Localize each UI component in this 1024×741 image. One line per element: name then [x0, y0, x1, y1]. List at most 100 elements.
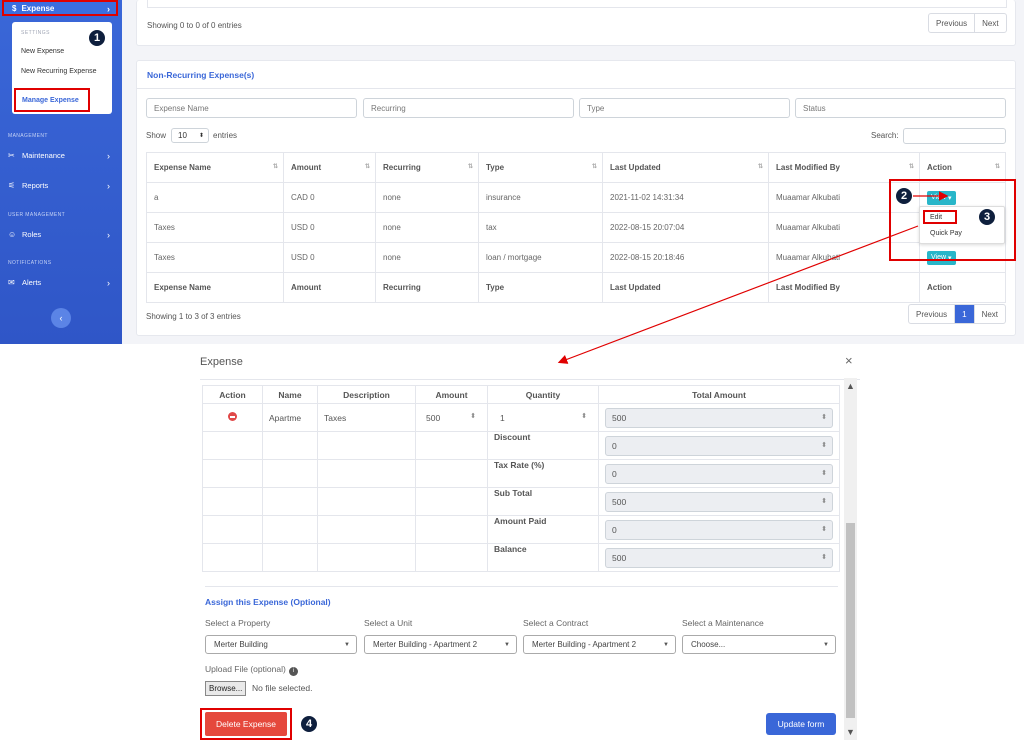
scrollbar-thumb[interactable]	[846, 523, 855, 718]
col-expense-name[interactable]: Expense Name ⇅	[146, 152, 284, 183]
col-action[interactable]: Action ⇅	[919, 152, 1006, 183]
sort-icon: ⇅	[364, 164, 370, 170]
contract-select[interactable]: Merter Building - Apartment 2 ▼	[523, 635, 676, 654]
sidebar-item-alerts[interactable]: ✉ Alerts ›	[8, 278, 114, 288]
filter-type-input[interactable]: Type	[579, 98, 790, 118]
discount-field[interactable]: 0 ⬍	[605, 435, 833, 456]
modal-title: Expense	[200, 356, 243, 368]
col-last-updated[interactable]: Last Updated ⇅	[602, 152, 769, 183]
card-title: Non-Recurring Expense(s)	[147, 70, 255, 80]
footer-type: Type	[478, 272, 603, 303]
col-recurring[interactable]: Recurring ⇅	[375, 152, 479, 183]
envelope-icon: ✉	[8, 278, 15, 287]
footer-recurring: Recurring	[375, 272, 479, 303]
upload-file-label: Upload File (optional) i	[205, 664, 298, 676]
cell-last-updated: 2022-08-15 20:07:04	[602, 212, 769, 243]
table-row: Taxes USD 0 none tax 2022-08-15 20:07:04…	[146, 212, 1006, 243]
recurring-pagination: Previous Next	[928, 13, 1007, 33]
spinner-icon: ⬍	[821, 553, 827, 561]
maintenance-label: Select a Maintenance	[682, 618, 764, 628]
submenu-manage-expense[interactable]: Manage Expense	[14, 88, 90, 112]
sidebar: $ Expense › SETTINGS New Expense New Rec…	[0, 0, 122, 344]
maintenance-select[interactable]: Choose... ▼	[682, 635, 836, 654]
amount-input[interactable]: 500 ⬍	[422, 408, 481, 428]
search-input[interactable]	[903, 128, 1006, 144]
sub-total-label: Sub Total	[487, 487, 599, 516]
updown-icon: ⬍	[198, 133, 204, 139]
page-length-select[interactable]: 10 ⬍	[171, 128, 209, 143]
card-divider	[137, 88, 1015, 89]
assign-divider	[205, 586, 838, 587]
submenu-new-expense[interactable]: New Expense	[21, 48, 64, 55]
table-row: a CAD 0 none insurance 2021-11-02 14:31:…	[146, 182, 1006, 213]
non-recurring-table: Expense Name ⇅ Amount ⇅ Recurring ⇅ Type ⇅ L…	[146, 152, 1006, 303]
tax-rate-label: Tax Rate (%)	[487, 459, 599, 488]
sidebar-item-label: Maintenance	[22, 151, 65, 160]
page-length-value: 10	[178, 131, 187, 140]
recurring-expenses-card: Showing 0 to 0 of 0 entries Previous Nex…	[136, 0, 1016, 46]
cell-type: insurance	[478, 182, 603, 213]
property-select[interactable]: Merter Building ▼	[205, 635, 357, 654]
assign-expense-title: Assign this Expense (Optional)	[205, 597, 331, 607]
collapse-sidebar-button[interactable]: ‹	[51, 308, 71, 328]
summary-row: Discount 0 ⬍	[202, 431, 840, 460]
filter-expense-name-input[interactable]: Expense Name	[146, 98, 357, 118]
sort-icon: ⇅	[272, 164, 278, 170]
section-user-management: USER MANAGEMENT	[8, 212, 66, 218]
sidebar-item-maintenance[interactable]: ✂ Maintenance ›	[8, 151, 114, 161]
cell-amount: USD 0	[283, 212, 376, 243]
summary-row: Tax Rate (%) 0 ⬍	[202, 459, 840, 488]
next-page-button[interactable]: Next	[975, 305, 1005, 323]
filter-status-input[interactable]: Status	[795, 98, 1006, 118]
submenu-new-recurring-expense[interactable]: New Recurring Expense	[21, 68, 96, 75]
amount-paid-field[interactable]: 0 ⬍	[605, 519, 833, 540]
next-page-button[interactable]: Next	[975, 14, 1005, 32]
cell-amount: USD 0	[283, 242, 376, 273]
balance-field: 500 ⬍	[605, 547, 833, 568]
cell-amount: 500 ⬍	[415, 403, 488, 432]
scroll-up-icon[interactable]: ▲	[846, 381, 855, 391]
quantity-input[interactable]: 1 ⬍	[494, 408, 592, 428]
summary-row: Balance 500 ⬍	[202, 543, 840, 572]
filter-recurring-input[interactable]: Recurring	[363, 98, 574, 118]
footer-expense-name: Expense Name	[146, 272, 284, 303]
col-last-modified-by[interactable]: Last Modified By ⇅	[768, 152, 920, 183]
spinner-icon: ⬍	[581, 412, 587, 420]
col-amount[interactable]: Amount ⇅	[283, 152, 376, 183]
scroll-down-icon[interactable]: ▼	[846, 727, 855, 737]
tax-rate-field[interactable]: 0 ⬍	[605, 463, 833, 484]
spinner-icon: ⬍	[821, 413, 827, 421]
sidebar-item-reports[interactable]: ⚟ Reports ›	[8, 180, 114, 191]
cell-last-updated: 2022-08-15 20:18:46	[602, 242, 769, 273]
remove-line-icon[interactable]	[228, 412, 237, 421]
browse-file-button[interactable]: Browse...	[205, 681, 247, 696]
previous-page-button[interactable]: Previous	[929, 14, 976, 32]
delete-expense-button[interactable]: Delete Expense	[205, 712, 287, 736]
col-name: Name	[262, 385, 318, 404]
modal-scrollbar[interactable]: ▲ ▼	[844, 378, 857, 740]
sidebar-item-expense[interactable]: $ Expense ›	[2, 0, 118, 16]
summary-row: Amount Paid 0 ⬍	[202, 515, 840, 544]
table-pagination: Previous 1 Next	[908, 304, 1007, 324]
sidebar-item-roles[interactable]: ☺ Roles ›	[8, 230, 114, 240]
cell-total: 500 ⬍	[598, 403, 840, 432]
col-type[interactable]: Type ⇅	[478, 152, 603, 183]
cell-action	[202, 403, 263, 432]
step-badge-2: 2	[895, 187, 913, 205]
spinner-icon: ⬍	[821, 497, 827, 505]
sort-icon: ⇅	[994, 164, 1000, 170]
chevron-right-icon: ›	[107, 180, 110, 191]
unit-select[interactable]: Merter Building - Apartment 2 ▼	[364, 635, 517, 654]
update-form-button[interactable]: Update form	[766, 713, 836, 735]
page-1-button[interactable]: 1	[955, 305, 975, 323]
close-icon[interactable]: ×	[845, 353, 853, 368]
cell-quantity: 1 ⬍	[487, 403, 599, 432]
col-description: Description	[317, 385, 416, 404]
sort-icon: ⇅	[908, 164, 914, 170]
manage-expense-page: $ Expense › SETTINGS New Expense New Rec…	[0, 0, 1024, 344]
no-file-text: No file selected.	[252, 683, 313, 693]
entries-label: entries	[213, 131, 238, 140]
show-label: Show	[146, 131, 167, 140]
previous-page-button[interactable]: Previous	[909, 305, 956, 323]
cell-expense-name: Taxes	[146, 212, 284, 243]
